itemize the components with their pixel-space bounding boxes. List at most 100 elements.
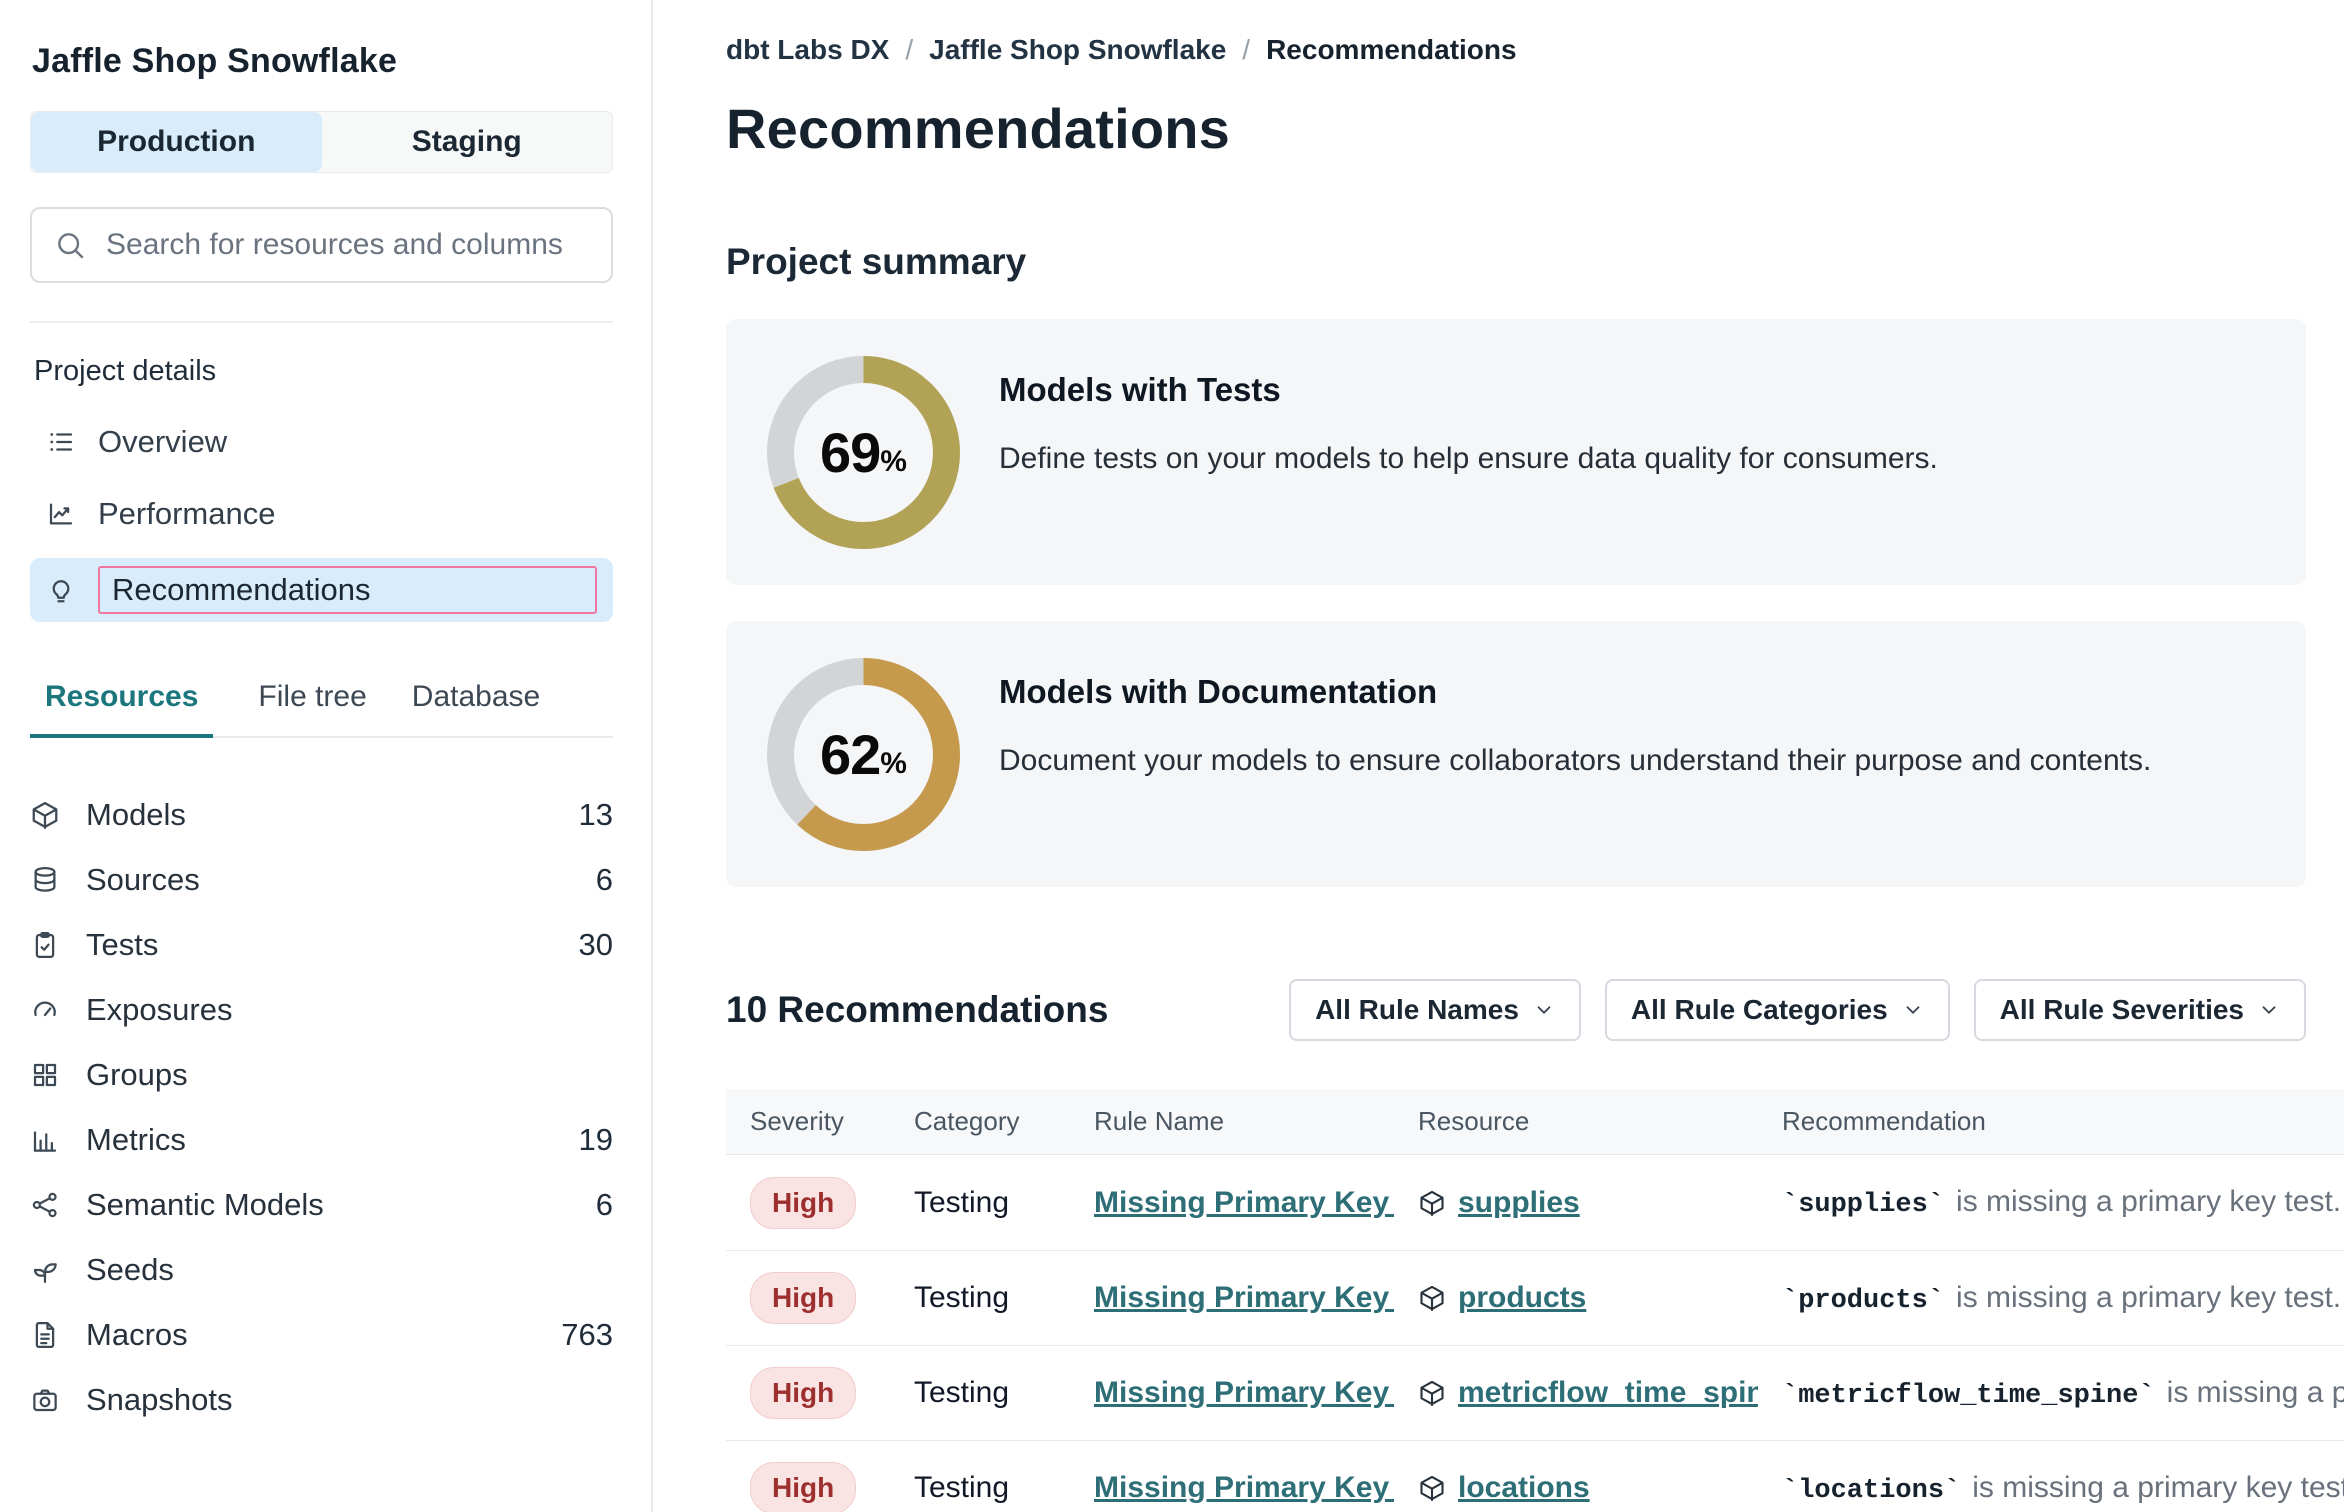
project-title: Jaffle Shop Snowflake <box>32 42 613 81</box>
recommendation-text: is missing a primary key test. This tes <box>1972 1471 2344 1504</box>
sidebar: Jaffle Shop Snowflake Production Staging… <box>0 0 653 1512</box>
project-details-nav: Overview Performance Recommendations <box>30 414 613 622</box>
breadcrumb-link-account[interactable]: dbt Labs DX <box>726 34 889 66</box>
resource-label: Exposures <box>86 992 232 1028</box>
chart-line-icon <box>46 499 76 529</box>
lightbulb-icon <box>46 575 76 605</box>
tab-file-tree[interactable]: File tree <box>258 666 366 738</box>
filter-label: All Rule Names <box>1315 994 1519 1026</box>
category-cell: Testing <box>914 1376 1009 1409</box>
tab-production[interactable]: Production <box>31 112 322 172</box>
resource-label: Groups <box>86 1057 188 1093</box>
recommendations-header: 10 Recommendations All Rule Names All Ru… <box>726 979 2306 1041</box>
main-content: dbt Labs DX / Jaffle Shop Snowflake / Re… <box>653 0 2344 1512</box>
donut-chart-documentation: 62 % <box>766 657 961 852</box>
summary-card-models-with-tests: 69 % Models with Tests Define tests on y… <box>726 319 2306 585</box>
percent-value: 62 <box>820 722 880 787</box>
filter-rule-names-dropdown[interactable]: All Rule Names <box>1289 979 1581 1041</box>
resource-count: 763 <box>561 1317 613 1353</box>
database-icon <box>30 865 60 895</box>
percent-sign: % <box>880 445 907 479</box>
resource-count: 6 <box>596 1187 613 1223</box>
recommendations-table: Severity Category Rule Name Resource Rec… <box>726 1089 2344 1512</box>
recommendations-heading: 10 Recommendations <box>726 989 1108 1031</box>
rule-name-link[interactable]: Missing Primary Key Test <box>1094 1471 1394 1504</box>
sidebar-item-performance[interactable]: Performance <box>30 486 613 542</box>
breadcrumb-current: Recommendations <box>1266 34 1517 66</box>
resource-count: 30 <box>579 927 613 963</box>
filter-bar: All Rule Names All Rule Categories All R… <box>1289 979 2306 1041</box>
severity-badge: High <box>750 1462 856 1512</box>
table-row: High Testing Missing Primary Key Test pr… <box>726 1250 2344 1345</box>
recommendation-text: is missing a primary key test. This test <box>1956 1185 2344 1218</box>
breadcrumb-link-project[interactable]: Jaffle Shop Snowflake <box>929 34 1226 66</box>
filter-label: All Rule Categories <box>1631 994 1888 1026</box>
sidebar-item-label: Overview <box>98 424 227 460</box>
resource-item-tests[interactable]: Tests 30 <box>30 912 613 977</box>
donut-value: 69 % <box>766 355 961 550</box>
resource-item-snapshots[interactable]: Snapshots <box>30 1367 613 1432</box>
column-header-recommendation: Recommendation <box>1758 1106 2344 1137</box>
bar-chart-icon <box>30 1125 60 1155</box>
resource-item-semantic-models[interactable]: Semantic Models 6 <box>30 1172 613 1237</box>
table-header-row: Severity Category Rule Name Resource Rec… <box>726 1089 2344 1155</box>
donut-value: 62 % <box>766 657 961 852</box>
card-title: Models with Documentation <box>999 673 2151 711</box>
resource-item-exposures[interactable]: Exposures <box>30 977 613 1042</box>
resource-label: Tests <box>86 927 158 963</box>
resource-link[interactable]: locations <box>1458 1471 1590 1505</box>
donut-chart-tests: 69 % <box>766 355 961 550</box>
tab-resources[interactable]: Resources <box>30 666 213 738</box>
recommendation-code: `supplies` <box>1782 1190 1944 1220</box>
resource-item-metrics[interactable]: Metrics 19 <box>30 1107 613 1172</box>
resource-item-sources[interactable]: Sources 6 <box>30 847 613 912</box>
filter-rule-categories-dropdown[interactable]: All Rule Categories <box>1605 979 1950 1041</box>
percent-value: 69 <box>820 420 880 485</box>
resource-link[interactable]: metricflow_time_spine <box>1458 1376 1758 1410</box>
rule-name-link[interactable]: Missing Primary Key Test <box>1094 1376 1394 1409</box>
tab-staging[interactable]: Staging <box>322 112 613 172</box>
rule-name-link[interactable]: Missing Primary Key Test <box>1094 1281 1394 1314</box>
search-input[interactable] <box>104 227 589 263</box>
rule-name-link[interactable]: Missing Primary Key Test <box>1094 1186 1394 1219</box>
search-box[interactable] <box>30 207 613 283</box>
environment-toggle: Production Staging <box>30 111 613 173</box>
resource-item-models[interactable]: Models 13 <box>30 782 613 847</box>
file-icon <box>30 1320 60 1350</box>
cube-icon <box>1418 1189 1446 1217</box>
resource-list: Models 13 Sources 6 Tests 30 Exposures G… <box>30 782 613 1432</box>
resource-link[interactable]: supplies <box>1458 1186 1580 1220</box>
sidebar-divider <box>30 321 613 323</box>
resource-item-groups[interactable]: Groups <box>30 1042 613 1107</box>
percent-sign: % <box>880 747 907 781</box>
gauge-icon <box>30 995 60 1025</box>
sidebar-item-label: Performance <box>98 496 275 532</box>
card-text: Models with Documentation Document your … <box>999 657 2151 780</box>
resource-count: 19 <box>579 1122 613 1158</box>
resource-link[interactable]: products <box>1458 1281 1586 1315</box>
tab-database[interactable]: Database <box>412 666 540 738</box>
resource-item-seeds[interactable]: Seeds <box>30 1237 613 1302</box>
column-header-severity: Severity <box>726 1106 890 1137</box>
table-row: High Testing Missing Primary Key Test su… <box>726 1155 2344 1250</box>
category-cell: Testing <box>914 1281 1009 1314</box>
card-description: Define tests on your models to help ensu… <box>999 439 1938 478</box>
sidebar-item-recommendations[interactable]: Recommendations <box>30 558 613 622</box>
summary-card-models-with-documentation: 62 % Models with Documentation Document … <box>726 621 2306 887</box>
search-icon <box>54 229 86 261</box>
chevron-down-icon <box>1902 999 1924 1021</box>
filter-rule-severities-dropdown[interactable]: All Rule Severities <box>1974 979 2306 1041</box>
sprout-icon <box>30 1255 60 1285</box>
grid-icon <box>30 1060 60 1090</box>
breadcrumb-separator: / <box>905 34 913 66</box>
resource-label: Semantic Models <box>86 1187 324 1223</box>
resource-item-macros[interactable]: Macros 763 <box>30 1302 613 1367</box>
project-details-label: Project details <box>34 355 613 388</box>
category-cell: Testing <box>914 1186 1009 1219</box>
resource-label: Macros <box>86 1317 188 1353</box>
category-cell: Testing <box>914 1471 1009 1504</box>
resource-count: 6 <box>596 862 613 898</box>
card-text: Models with Tests Define tests on your m… <box>999 355 1938 478</box>
chevron-down-icon <box>1533 999 1555 1021</box>
sidebar-item-overview[interactable]: Overview <box>30 414 613 470</box>
